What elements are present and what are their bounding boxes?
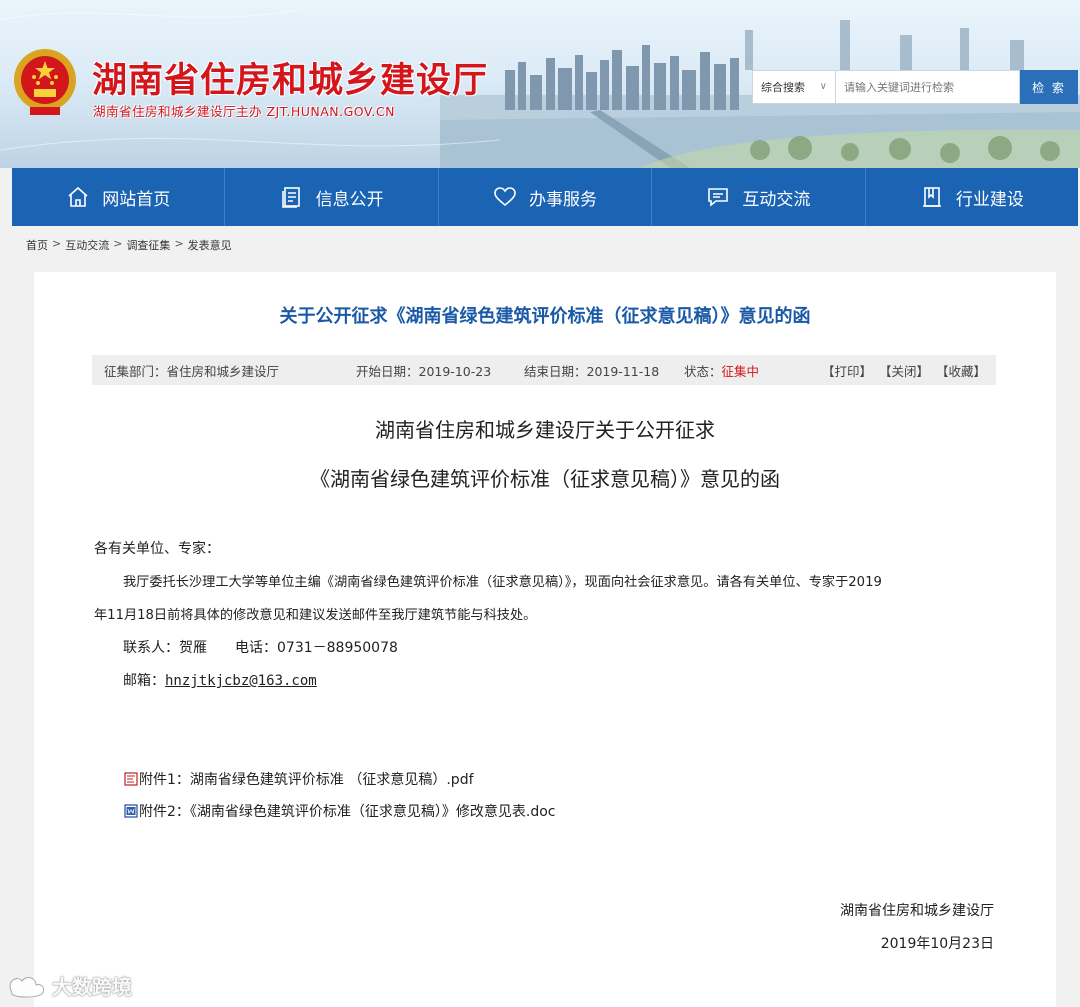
heart-icon xyxy=(494,187,516,207)
breadcrumb: 首页 > 互动交流 > 调查征集 > 发表意见 xyxy=(26,237,232,253)
contact-line: 联系人：贺雁 电话：0731－88950078 xyxy=(123,640,398,656)
salutation: 各有关单位、专家： xyxy=(94,541,220,557)
meta-status-value: 征集中 xyxy=(721,363,760,379)
nav-item-label: 信息公开 xyxy=(315,189,384,210)
breadcrumb-interaction[interactable]: 互动交流 xyxy=(65,237,109,253)
meta-department: 征集部门：省住房和城乡建设厅 xyxy=(104,363,280,379)
chat-icon xyxy=(708,188,729,207)
watermark-text: 大数跨境 xyxy=(52,975,132,999)
signature-date: 2019年10月23日 xyxy=(880,936,994,952)
home-icon xyxy=(68,186,88,207)
search-scope-select[interactable]: 综合搜索 ∨ xyxy=(752,70,836,104)
nav-item-label: 互动交流 xyxy=(742,189,811,210)
site-header: 湖南省住房和城乡建设厅 湖南省住房和城乡建设厅主办 ZJT.HUNAN.GOV.… xyxy=(0,0,1080,168)
chevron-down-icon: ∨ xyxy=(819,81,827,92)
article-title: 关于公开征求《湖南省绿色建筑评价标准（征求意见稿）》意见的函 xyxy=(279,306,811,327)
watermark-logo-icon xyxy=(9,976,45,997)
search-scope-label: 综合搜索 xyxy=(761,81,805,94)
search-bar: 综合搜索 ∨ 检 索 xyxy=(752,70,1078,104)
meta-end-date: 结束日期：2019-11-18 xyxy=(524,363,660,379)
email-line: 邮箱：hnzjtkjcbz@163.com xyxy=(94,665,999,698)
paragraph-line2: 年11月18日前将具体的修改意见和建议发送邮件至我厅建筑节能与科技处。 xyxy=(94,608,537,623)
nav-item-label: 行业建设 xyxy=(955,189,1024,210)
pdf-icon xyxy=(124,772,138,786)
meta-start-date: 开始日期：2019-10-23 xyxy=(356,363,492,379)
attachment-1-label[interactable]: 附件1：湖南省绿色建筑评价标准 （征求意见稿）.pdf xyxy=(139,769,474,789)
document-icon xyxy=(281,187,300,208)
nav-item-industry[interactable]: 行业建设 xyxy=(866,168,1078,226)
article-card: 关于公开征求《湖南省绿色建筑评价标准（征求意见稿）》意见的函 征集部门：省住房和… xyxy=(34,272,1056,1007)
site-subtitle: 湖南省住房和城乡建设厅主办 ZJT.HUNAN.GOV.CN xyxy=(93,104,395,119)
breadcrumb-separator: > xyxy=(174,237,184,250)
doc-title-line1: 湖南省住房和城乡建设厅关于公开征求 xyxy=(375,418,715,442)
national-emblem-icon xyxy=(14,49,76,115)
meta-status-label: 状态： xyxy=(684,363,722,379)
breadcrumb-survey[interactable]: 调查征集 xyxy=(126,237,170,253)
breadcrumb-home[interactable]: 首页 xyxy=(26,237,48,253)
breadcrumb-current: 发表意见 xyxy=(187,239,232,252)
email-label: 邮箱： xyxy=(123,673,165,689)
attachment-2[interactable]: 附件2：《湖南省绿色建筑评价标准（征求意见稿）》修改意见表.doc xyxy=(124,801,556,821)
nav-item-label: 网站首页 xyxy=(102,189,171,210)
main-nav: 网站首页 信息公开 办事服务 互动交流 行业建设 xyxy=(12,168,1078,226)
breadcrumb-separator: > xyxy=(52,237,62,250)
word-icon xyxy=(124,804,138,818)
attachment-1[interactable]: 附件1：湖南省绿色建筑评价标准 （征求意见稿）.pdf xyxy=(124,769,474,789)
search-input[interactable] xyxy=(836,70,1020,104)
breadcrumb-separator: > xyxy=(113,237,123,250)
book-icon xyxy=(922,187,941,207)
print-link[interactable]: 【打印】 xyxy=(822,361,872,380)
signature-org: 湖南省住房和城乡建设厅 xyxy=(840,903,994,919)
email-link[interactable]: hnzjtkjcbz@163.com xyxy=(165,673,317,689)
nav-item-home[interactable]: 网站首页 xyxy=(12,168,226,226)
nav-item-label: 办事服务 xyxy=(529,189,598,210)
nav-item-info[interactable]: 信息公开 xyxy=(225,168,439,226)
attachment-2-label[interactable]: 附件2：《湖南省绿色建筑评价标准（征求意见稿）》修改意见表.doc xyxy=(139,801,556,821)
nav-item-interaction[interactable]: 互动交流 xyxy=(652,168,866,226)
nav-item-services[interactable]: 办事服务 xyxy=(439,168,653,226)
site-title: 湖南省住房和城乡建设厅 xyxy=(92,60,489,101)
watermark: 大数跨境 xyxy=(8,971,132,1000)
search-button[interactable]: 检 索 xyxy=(1020,70,1078,104)
paragraph-line1: 我厅委托长沙理工大学等单位主编《湖南省绿色建筑评价标准（征求意见稿）》，现面向社… xyxy=(123,575,882,590)
doc-title-line2: 《湖南省绿色建筑评价标准（征求意见稿）》意见的函 xyxy=(310,467,780,491)
meta-status: 状态：征集中 xyxy=(684,361,759,380)
favorite-link[interactable]: 【收藏】 xyxy=(936,361,986,380)
close-link[interactable]: 【关闭】 xyxy=(879,361,929,380)
article-meta-bar: 征集部门：省住房和城乡建设厅 开始日期：2019-10-23 结束日期：2019… xyxy=(92,355,996,385)
